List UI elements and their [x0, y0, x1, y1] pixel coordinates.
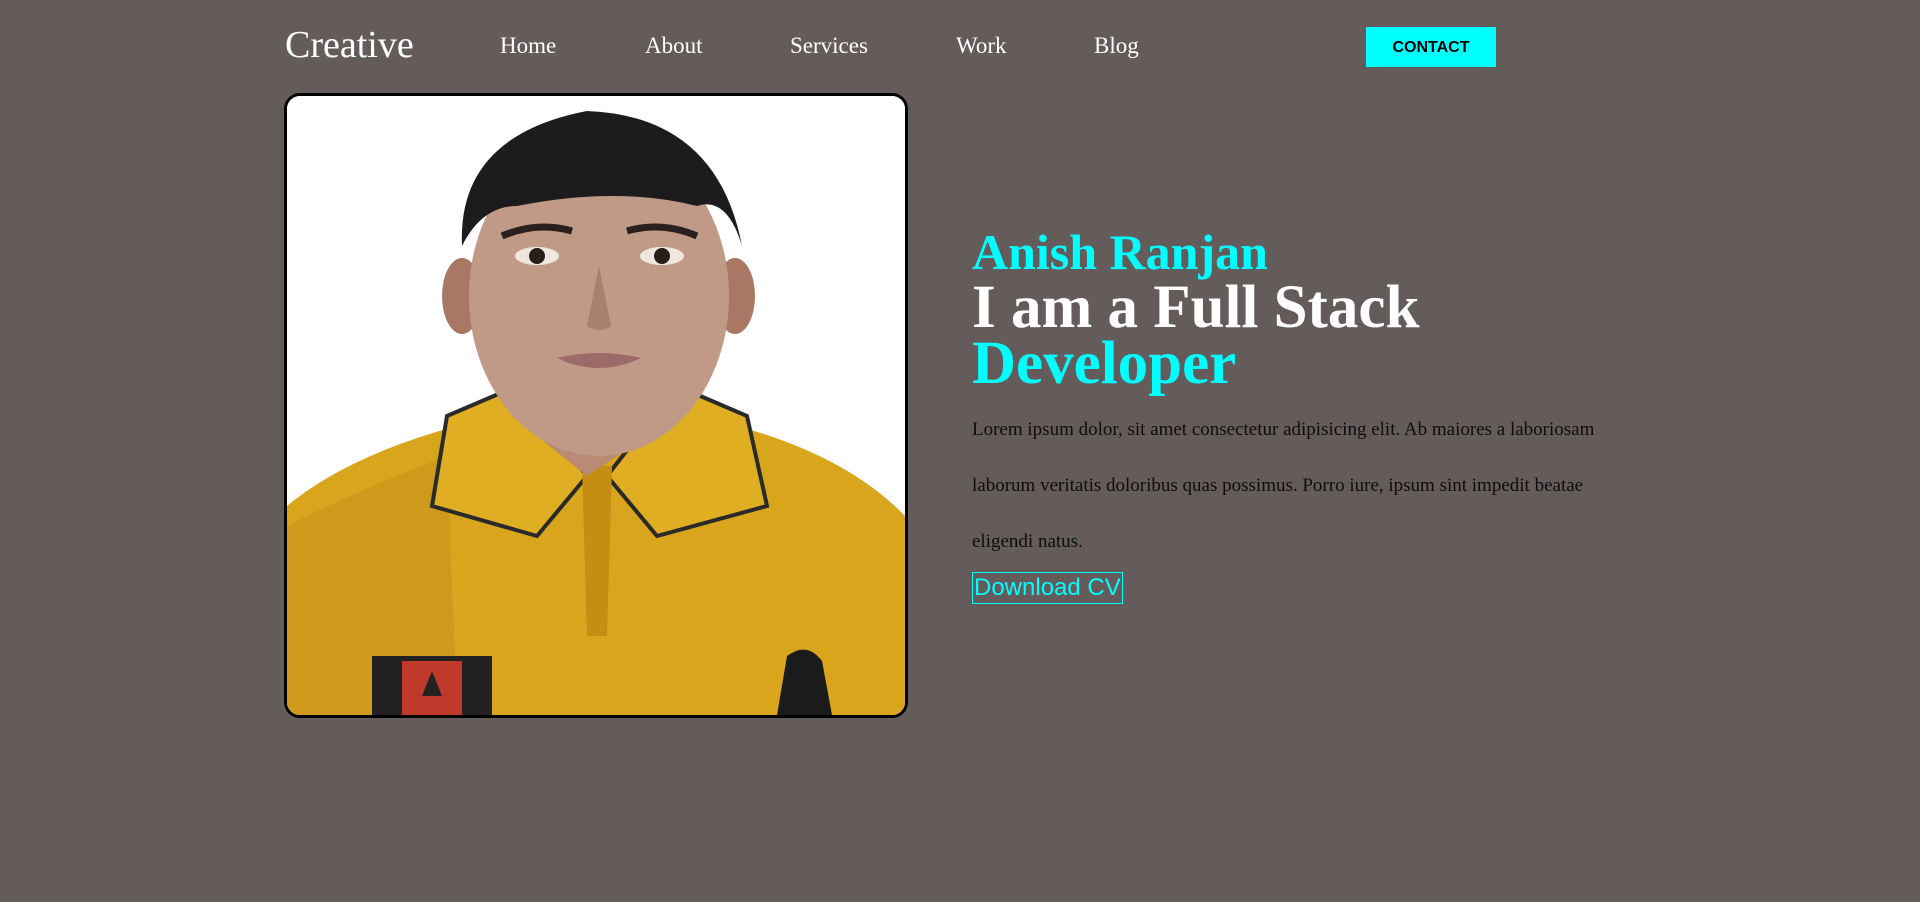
nav-link-work[interactable]: Work [956, 31, 1007, 61]
hero-title-line2: Developer [972, 330, 1237, 397]
logo[interactable]: Creative [285, 22, 414, 68]
nav-link-services[interactable]: Services [790, 31, 868, 61]
hero-description: Lorem ipsum dolor, sit amet consectetur … [972, 419, 1595, 552]
hero-name: Anish Ranjan [972, 224, 1268, 280]
nav-link-about[interactable]: About [645, 31, 703, 61]
profile-photo [284, 93, 908, 718]
nav-link-blog[interactable]: Blog [1094, 31, 1139, 61]
hero-title: I am a Full Stack Developer [972, 277, 1652, 394]
nav-link-home[interactable]: Home [500, 31, 556, 61]
profile-photo-illustration [287, 96, 905, 715]
navbar: Creative Home About Services Work Blog C… [0, 0, 1920, 92]
download-cv-button[interactable]: Download CV [972, 572, 1123, 604]
contact-button[interactable]: CONTACT [1366, 27, 1496, 67]
hero-section: Anish Ranjan I am a Full Stack Developer… [972, 224, 1652, 604]
